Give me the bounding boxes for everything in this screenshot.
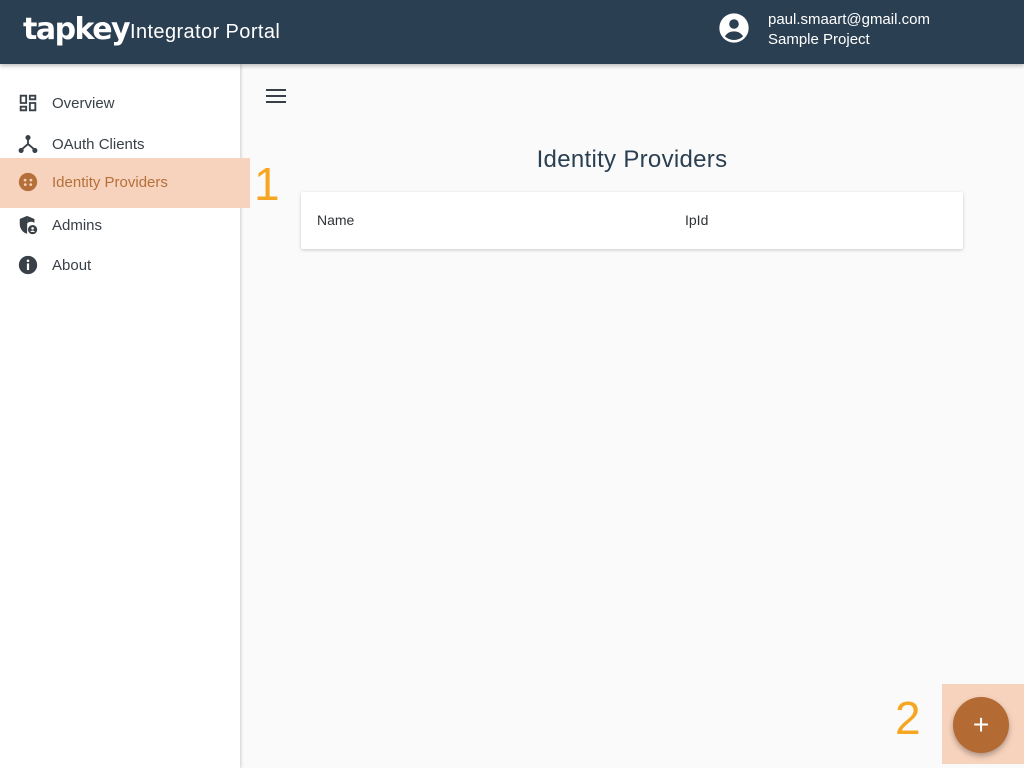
sidebar-item-label: Admins: [52, 217, 103, 234]
face-icon: [18, 172, 38, 192]
dashboard-icon: [19, 94, 37, 112]
sidebar-item-label: Identity Providers: [52, 174, 168, 191]
account-circle-icon[interactable]: [718, 12, 750, 44]
menu-icon[interactable]: [262, 84, 290, 108]
info-icon: [18, 255, 38, 275]
sidebar-item-label: Overview: [52, 95, 115, 112]
add-identity-provider-button[interactable]: +: [953, 697, 1009, 753]
sidebar-item-overview[interactable]: Overview: [0, 84, 240, 124]
sidebar-item-label: About: [52, 257, 92, 274]
callout-number-1: 1: [254, 158, 280, 210]
network-icon: [18, 135, 38, 153]
sidebar-item-identity-providers[interactable]: Identity Providers: [0, 158, 250, 208]
sidebar-nav: Overview OAuth Clients Identity Provider…: [0, 64, 250, 768]
identity-providers-table: Name IpId: [301, 192, 963, 249]
callout-number-2: 2: [895, 692, 921, 744]
sidebar-item-about[interactable]: About: [0, 246, 240, 286]
plus-icon: +: [972, 709, 990, 740]
app-title: Integrator Portal: [130, 21, 281, 43]
column-header-name[interactable]: Name: [317, 211, 354, 229]
top-app-bar: tapkey Integrator Portal paul.smaart@gma…: [0, 0, 1024, 64]
page-title: Identity Providers: [536, 146, 728, 173]
project-name[interactable]: Sample Project: [768, 31, 870, 49]
column-header-ipid[interactable]: IpId: [685, 211, 708, 229]
sidebar-item-label: OAuth Clients: [52, 136, 145, 153]
sidebar-item-admins[interactable]: Admins: [0, 206, 240, 246]
tapkey-logo[interactable]: tapkey: [23, 12, 131, 48]
account-email[interactable]: paul.smaart@gmail.com: [768, 11, 930, 29]
admin-shield-icon: [19, 215, 38, 235]
